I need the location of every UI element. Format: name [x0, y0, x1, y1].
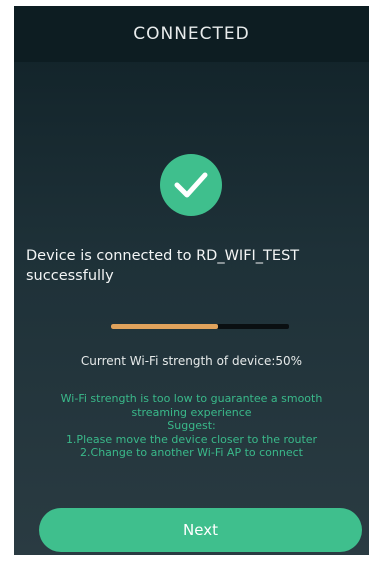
- signal-strength-bar: [111, 324, 289, 329]
- suggestion-item: 1.Please move the device closer to the r…: [65, 432, 318, 446]
- signal-strength-text: Current Wi-Fi strength of device:50%: [80, 354, 303, 368]
- connection-message: Device is connected to RD_WIFI_TEST succ…: [26, 248, 300, 284]
- signal-strength-fill: [111, 324, 218, 329]
- success-badge: [160, 154, 222, 216]
- next-button-label: Next: [183, 521, 218, 539]
- suggest-label: Suggest:: [167, 419, 216, 432]
- weak-signal-warning: Wi-Fi strength is too low to guarantee a…: [24, 392, 359, 460]
- app-screen: CONNECTED Device is connected to RD_WIFI…: [14, 6, 369, 555]
- suggestion-item: 2.Change to another Wi-Fi AP to connect: [80, 446, 303, 459]
- warning-line: Wi-Fi strength is too low to guarantee a…: [60, 392, 323, 405]
- header-bar: CONNECTED: [14, 6, 369, 62]
- warning-line: streaming experience: [131, 405, 252, 419]
- page-title: CONNECTED: [133, 24, 250, 44]
- next-button[interactable]: Next: [39, 508, 362, 552]
- check-icon: [174, 172, 208, 198]
